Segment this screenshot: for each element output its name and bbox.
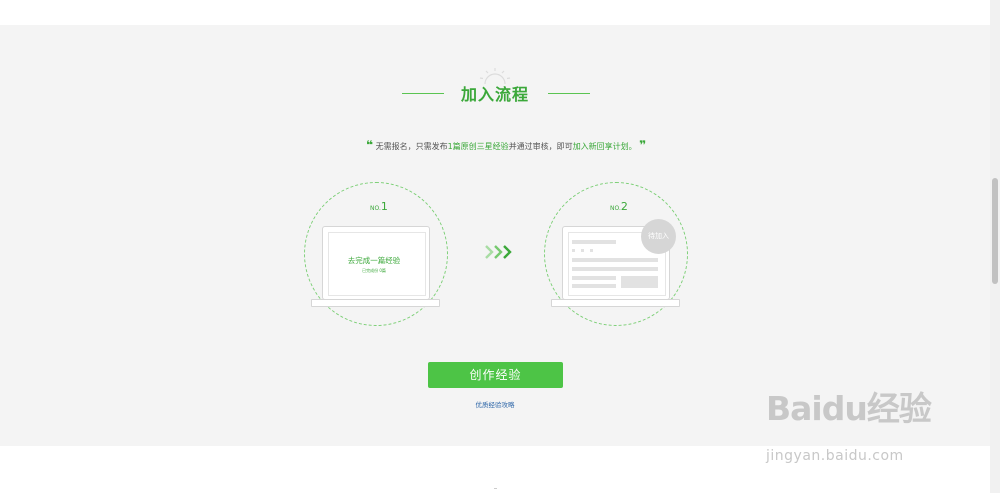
doc-placeholder-dot (572, 249, 575, 252)
close-quote-icon: ❞ (639, 138, 647, 152)
join-description: ❝ 无需报名，只需发布1篇原创三星经验并通过审核，即可加入新回享计划。 ❞ (366, 138, 646, 152)
baidu-jingyan-watermark: Baidu经验 jingyan.baidu.com (766, 382, 966, 472)
chevron-right-icon (485, 245, 512, 259)
scrollbar-thumb[interactable] (992, 178, 998, 284)
step-1-no-prefix: NO. (370, 205, 381, 212)
step-1-task-link[interactable]: 去完成一篇经验 (330, 255, 418, 266)
description-highlight-1: 1篇原创三星经验 (447, 142, 509, 151)
quality-guide-link[interactable]: 优质经验攻略 (460, 399, 530, 409)
step-2-number: NO.2 (610, 200, 628, 213)
step-2-no-num: 2 (620, 200, 628, 213)
doc-placeholder-dot (590, 249, 593, 252)
vertical-scrollbar[interactable] (990, 0, 1000, 493)
description-text-1: 无需报名，只需发布 (375, 142, 448, 151)
laptop-base-icon (551, 299, 680, 307)
doc-placeholder-image (621, 276, 658, 288)
create-experience-button[interactable]: 创作经验 (428, 362, 563, 388)
step-1-no-num: 1 (380, 200, 388, 213)
doc-placeholder-line (572, 284, 616, 288)
title-divider-right (548, 93, 590, 94)
divider-dot (494, 488, 497, 489)
description-text-2: 并通过审核，即可 (508, 142, 573, 151)
doc-placeholder-line (572, 276, 616, 280)
watermark-url: jingyan.baidu.com (766, 448, 904, 464)
pending-join-badge: 待加入 (641, 219, 676, 254)
doc-placeholder-dot (581, 249, 584, 252)
doc-placeholder-bar (572, 240, 616, 244)
watermark-brand: Baidu经验 (766, 389, 932, 428)
step-2-no-prefix: NO. (610, 205, 621, 212)
doc-placeholder-line (572, 267, 658, 271)
open-quote-icon: ❝ (366, 138, 374, 152)
description-highlight-2: 加入新回享计划。 (572, 142, 637, 151)
step-1-task-progress: 已完成份 0篇 (362, 268, 386, 273)
laptop-base-icon (311, 299, 440, 307)
doc-placeholder-line (572, 258, 658, 262)
step-1-number: NO.1 (370, 200, 388, 213)
section-title-wrap: 加入流程 (400, 66, 590, 106)
top-bar (0, 0, 990, 26)
